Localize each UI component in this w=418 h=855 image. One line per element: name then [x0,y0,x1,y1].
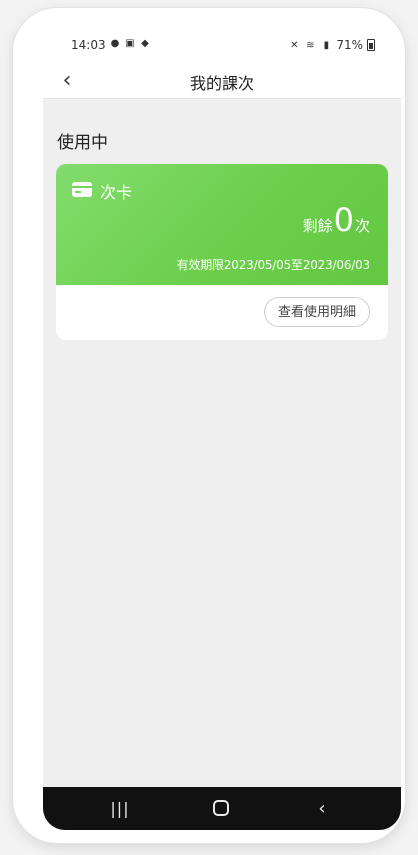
status-bar: 14:03 ● ▣ ◆ ✕ ≋ ▮ 71% [43,28,401,64]
validity-period: 有效期限2023/05/05至2023/06/03 [176,258,371,272]
view-usage-details-button[interactable]: 查看使用明細 [263,297,370,327]
recents-button[interactable]: ||| [100,795,140,821]
chevron-left-icon: ‹ [318,797,326,819]
status-time: 14:03 [71,38,106,52]
pass-card-header: 次卡 剩餘 0 次 有效期限2023/05/05至2023/06/03 [56,164,388,285]
system-navigation-bar: ||| ‹ [43,787,401,830]
wifi-icon: ≋ [306,39,315,51]
battery-percent: 71% [336,38,363,52]
remaining-number: 0 [333,201,354,239]
notification-icons: ● ▣ ◆ [109,37,151,49]
status-right: ✕ ≋ ▮ 71% [288,38,375,52]
page-title: 我的課次 [189,74,254,93]
image-icon: ▣ [125,37,135,49]
phone-frame: 14:03 ● ▣ ◆ ✕ ≋ ▮ 71% ‹ 我的課次 使用中 次卡 剩餘 0… [13,8,405,843]
home-button[interactable] [201,795,241,821]
remaining-label: 剩餘 [302,217,333,235]
remaining-count: 剩餘 0 次 [303,204,370,236]
pass-card: 次卡 剩餘 0 次 有效期限2023/05/05至2023/06/03 查看使用… [56,164,388,340]
system-back-button[interactable]: ‹ [302,795,342,821]
section-title: 使用中 [57,133,108,153]
app-screen: 14:03 ● ▣ ◆ ✕ ≋ ▮ 71% ‹ 我的課次 使用中 次卡 剩餘 0… [43,28,401,830]
home-icon [213,800,229,816]
remaining-unit: 次 [354,217,370,235]
chat-icon: ● [110,37,120,49]
message-icon: ◆ [141,37,149,49]
mute-icon: ✕ [290,39,299,51]
battery-icon [367,39,375,51]
credit-card-icon [72,182,92,197]
app-header: ‹ 我的課次 [43,64,401,99]
signal-icon: ▮ [323,39,330,51]
recents-icon: ||| [110,798,130,818]
card-name: 次卡 [100,183,133,202]
